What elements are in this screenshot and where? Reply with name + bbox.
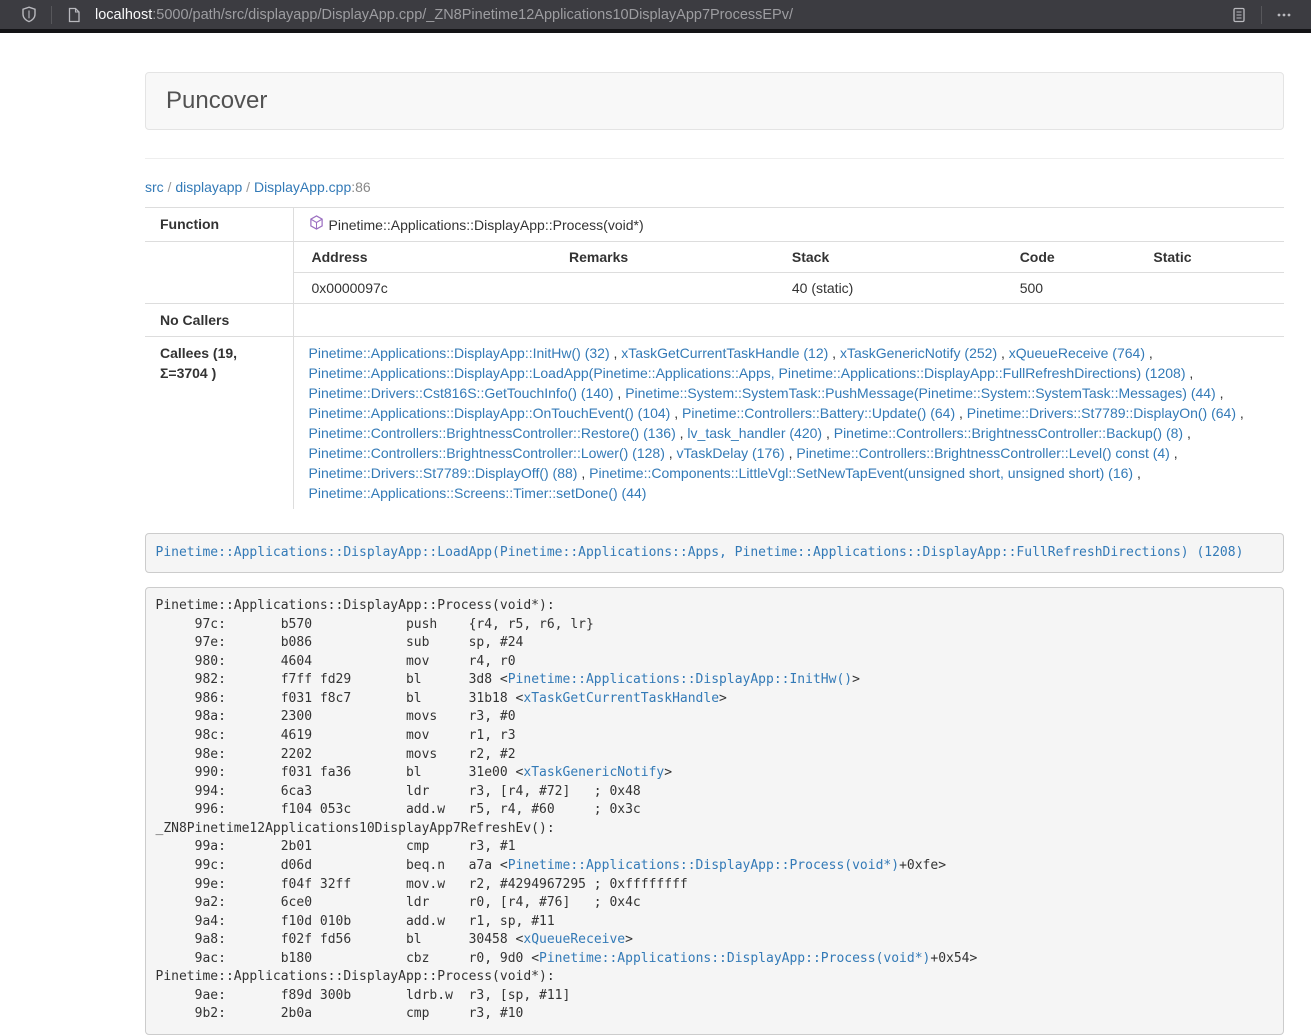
table-row: Callees (19, Σ=3704 ) Pinetime::Applicat…: [145, 337, 1284, 510]
column-header-static: Static: [1135, 242, 1284, 273]
code-symbol-link[interactable]: xTaskGenericNotify: [523, 765, 664, 780]
callee-link[interactable]: Pinetime::Controllers::BrightnessControl…: [796, 445, 1169, 461]
callee-link[interactable]: Pinetime::Controllers::BrightnessControl…: [309, 425, 676, 441]
callee-link[interactable]: Pinetime::Drivers::Cst816S::GetTouchInfo…: [309, 385, 614, 401]
function-table: Function Pinetime::Applications::Display…: [145, 207, 1284, 509]
callee-link[interactable]: xQueueReceive (764): [1009, 345, 1145, 361]
url-host: localhost: [95, 7, 152, 23]
static-value: [1135, 273, 1284, 304]
callee-link[interactable]: Pinetime::Controllers::BrightnessControl…: [834, 425, 1183, 441]
column-header-address: Address: [294, 242, 552, 273]
package-icon: [309, 215, 324, 235]
function-label: Function: [145, 208, 293, 242]
page-icon: [61, 2, 87, 28]
table-row: No Callers: [145, 304, 1284, 337]
code-symbol-link[interactable]: Pinetime::Applications::DisplayApp::Init…: [508, 672, 852, 687]
function-name: Pinetime::Applications::DisplayApp::Proc…: [329, 215, 644, 235]
breadcrumb-link[interactable]: displayapp: [175, 179, 242, 195]
callee-link[interactable]: Pinetime::Controllers::Battery::Update()…: [682, 405, 955, 421]
callee-link[interactable]: Pinetime::Controllers::BrightnessControl…: [309, 445, 665, 461]
code-symbol-link[interactable]: Pinetime::Applications::DisplayApp::Proc…: [539, 951, 930, 966]
breadcrumb-separator: /: [242, 179, 254, 195]
breadcrumb-separator: /: [164, 179, 176, 195]
disassembly: Pinetime::Applications::DisplayApp::Proc…: [145, 587, 1284, 1035]
remarks-value: [551, 273, 774, 304]
url-text: localhost:5000/path/src/displayapp/Displ…: [95, 7, 793, 23]
code-symbol-link[interactable]: xQueueReceive: [523, 932, 625, 947]
toolbar-separator: [51, 6, 52, 24]
function-stats-table: Address Remarks Stack Code Static 0x0000…: [294, 242, 1285, 303]
url-path: :5000/path/src/displayapp/DisplayApp.cpp…: [152, 7, 793, 23]
ellipsis-icon[interactable]: [1271, 2, 1297, 28]
callees-list: Pinetime::Applications::DisplayApp::Init…: [293, 337, 1284, 510]
no-callers-label: No Callers: [145, 304, 293, 337]
callees-label: Callees (19, Σ=3704 ): [145, 337, 293, 510]
callee-link[interactable]: xTaskGenericNotify (252): [840, 345, 997, 361]
page-content: Puncover src / displayapp / DisplayApp.c…: [145, 72, 1284, 1035]
callee-link[interactable]: xTaskGetCurrentTaskHandle (12): [621, 345, 828, 361]
column-header-stack: Stack: [774, 242, 1002, 273]
callee-link[interactable]: Pinetime::System::SystemTask::PushMessag…: [625, 385, 1216, 401]
callee-link[interactable]: Pinetime::Drivers::St7789::DisplayOn() (…: [967, 405, 1236, 421]
table-row: 0x0000097c 40 (static) 500: [294, 273, 1285, 304]
column-header-remarks: Remarks: [551, 242, 774, 273]
column-header-code: Code: [1002, 242, 1136, 273]
highlighted-symbol-link[interactable]: Pinetime::Applications::DisplayApp::Load…: [156, 545, 1244, 560]
breadcrumb-link[interactable]: src: [145, 179, 164, 195]
browser-toolbar: localhost:5000/path/src/displayapp/Displ…: [0, 0, 1311, 33]
url-bar[interactable]: localhost:5000/path/src/displayapp/Displ…: [61, 2, 1226, 28]
table-row: Address Remarks Stack Code Static 0x0000…: [145, 242, 1284, 304]
divider: [145, 158, 1284, 159]
callee-link[interactable]: Pinetime::Applications::DisplayApp::Load…: [309, 365, 1186, 381]
callee-link[interactable]: vTaskDelay (176): [677, 445, 785, 461]
code-symbol-link[interactable]: Pinetime::Applications::DisplayApp::Proc…: [508, 858, 899, 873]
reader-mode-icon[interactable]: [1226, 2, 1252, 28]
stack-value: 40 (static): [774, 273, 1002, 304]
breadcrumb-link[interactable]: DisplayApp.cpp: [254, 179, 351, 195]
callee-link[interactable]: Pinetime::Applications::DisplayApp::OnTo…: [309, 405, 671, 421]
callee-link[interactable]: Pinetime::Applications::DisplayApp::Init…: [309, 345, 610, 361]
code-value: 500: [1002, 273, 1136, 304]
breadcrumb-line-number: :86: [351, 179, 370, 195]
callee-link[interactable]: lv_task_handler (420): [687, 425, 822, 441]
shield-icon[interactable]: [16, 2, 42, 28]
page-title: Puncover: [166, 87, 267, 114]
toolbar-separator: [1261, 6, 1262, 24]
highlighted-symbol-box: Pinetime::Applications::DisplayApp::Load…: [145, 533, 1284, 573]
app-header-panel: Puncover: [145, 72, 1284, 130]
callee-link[interactable]: Pinetime::Drivers::St7789::DisplayOff() …: [309, 465, 578, 481]
callee-link[interactable]: Pinetime::Applications::Screens::Timer::…: [309, 485, 647, 501]
breadcrumb: src / displayapp / DisplayApp.cpp:86: [145, 179, 1284, 195]
address-value: 0x0000097c: [294, 273, 552, 304]
table-row: Function Pinetime::Applications::Display…: [145, 208, 1284, 242]
callee-link[interactable]: Pinetime::Components::LittleVgl::SetNewT…: [589, 465, 1133, 481]
code-symbol-link[interactable]: xTaskGetCurrentTaskHandle: [523, 691, 719, 706]
